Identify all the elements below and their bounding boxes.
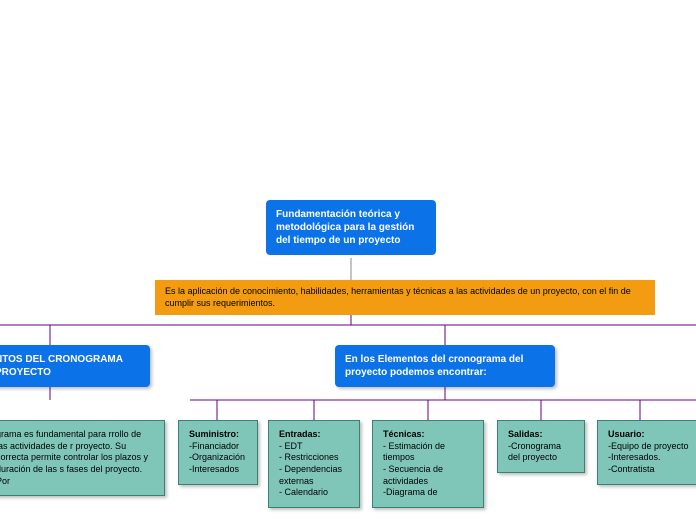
child-title: Entradas:: [279, 429, 321, 439]
definition-node[interactable]: Es la aplicación de conocimiento, habili…: [155, 280, 655, 315]
right-branch-node[interactable]: En los Elementos del cronograma del proy…: [335, 345, 555, 387]
child-item: - Calendario: [279, 487, 328, 497]
child-title: Usuario:: [608, 429, 645, 439]
child-item: - Estimación de tiempos: [383, 441, 445, 463]
child-item: -Interesados.: [608, 452, 661, 462]
left-branch-title: NTOS DEL CRONOGRAMA PROYECTO: [0, 354, 123, 378]
child-item: -Equipo de proyecto: [608, 441, 689, 451]
child-item: -Cronograma del proyecto: [508, 441, 561, 463]
left-branch-body: grama es fundamental para rrollo de las …: [0, 429, 148, 486]
left-branch-node[interactable]: NTOS DEL CRONOGRAMA PROYECTO: [0, 345, 150, 387]
child-item: -Interesados: [189, 464, 239, 474]
child-tecnicas[interactable]: Técnicas: - Estimación de tiempos - Secu…: [372, 420, 484, 508]
root-title: Fundamentación teórica y metodológica pa…: [276, 209, 414, 246]
child-item: - Restricciones: [279, 452, 339, 462]
root-node[interactable]: Fundamentación teórica y metodológica pa…: [266, 200, 436, 255]
child-usuario[interactable]: Usuario: -Equipo de proyecto -Interesado…: [597, 420, 696, 485]
child-title: Salidas:: [508, 429, 543, 439]
child-item: -Financiador: [189, 441, 239, 451]
child-item: -Organización: [189, 452, 245, 462]
definition-text: Es la aplicación de conocimiento, habili…: [165, 286, 631, 308]
child-entradas[interactable]: Entradas: - EDT - Restricciones - Depend…: [268, 420, 360, 508]
child-item: -Contratista: [608, 464, 655, 474]
child-item: - Dependencias externas: [279, 464, 342, 486]
child-title: Técnicas:: [383, 429, 425, 439]
child-item: - EDT: [279, 441, 303, 451]
child-suministro[interactable]: Suministro: -Financiador -Organización -…: [178, 420, 258, 485]
right-branch-title: En los Elementos del cronograma del proy…: [345, 354, 523, 378]
child-item: -Diagrama de: [383, 487, 438, 497]
child-salidas[interactable]: Salidas: -Cronograma del proyecto: [497, 420, 585, 473]
left-branch-body-node[interactable]: grama es fundamental para rrollo de las …: [0, 420, 165, 496]
child-title: Suministro:: [189, 429, 239, 439]
child-item: - Secuencia de actividades: [383, 464, 443, 486]
